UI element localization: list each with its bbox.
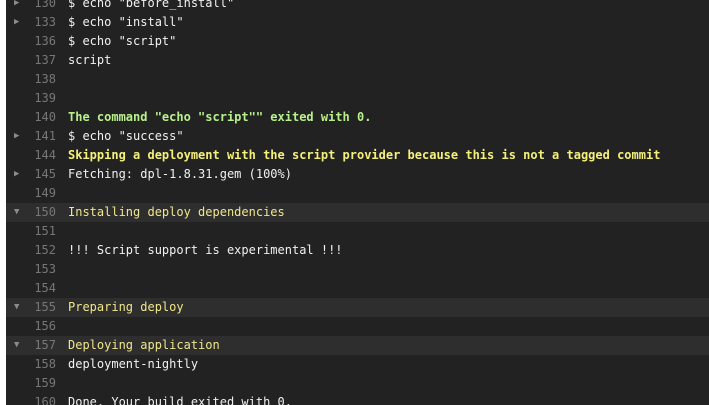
log-line: 159 (6, 374, 709, 393)
log-fold-line[interactable]: ▶ 145 Fetching: dpl-1.8.31.gem (100%) (6, 165, 709, 184)
log-line: 160 Done. Your build exited with 0. (6, 393, 709, 405)
log-text: $ echo "install" (68, 15, 184, 29)
log-text: The command "echo "script"" exited with … (68, 110, 372, 124)
log-fold-line[interactable]: ▼ 155 Preparing deploy (6, 298, 709, 317)
build-log: ▶ 130 $ echo "before_install" ▶ 133 $ echo "i… (6, 0, 709, 405)
log-text: deployment-nightly (68, 357, 199, 371)
log-line: 136 $ echo "script" (6, 32, 709, 51)
line-number[interactable]: 139 (6, 89, 56, 108)
log-text: Installing deploy dependencies (68, 205, 285, 219)
line-number[interactable]: 140 (6, 108, 56, 127)
line-number[interactable]: 155 (6, 298, 56, 317)
line-number[interactable]: 160 (6, 393, 56, 405)
log-text: $ echo "success" (68, 129, 184, 143)
log-text: $ echo "before_install" (68, 0, 235, 10)
log-text: script (68, 53, 112, 67)
line-number[interactable]: 158 (6, 355, 56, 374)
log-text: Done. Your build exited with 0. (68, 395, 292, 405)
line-number[interactable]: 154 (6, 279, 56, 298)
line-number[interactable]: 157 (6, 336, 56, 355)
log-text: Skipping a deployment with the script pr… (68, 148, 661, 162)
log-text: Deploying application (68, 338, 220, 352)
log-text: Preparing deploy (68, 300, 184, 314)
log-text: !!! Script support is experimental !!! (68, 243, 343, 257)
line-number[interactable]: 150 (6, 203, 56, 222)
log-line: 153 (6, 260, 709, 279)
line-number[interactable]: 137 (6, 51, 56, 70)
line-number[interactable]: 130 (6, 0, 56, 13)
log-fold-line[interactable]: ▶ 141 $ echo "success" (6, 127, 709, 146)
log-fold-line[interactable]: ▶ 130 $ echo "before_install" (6, 0, 709, 13)
line-number[interactable]: 159 (6, 374, 56, 393)
log-text: $ echo "script" (68, 34, 177, 48)
log-line: 156 (6, 317, 709, 336)
log-line: 140 The command "echo "script"" exited wi… (6, 108, 709, 127)
log-line: 151 (6, 222, 709, 241)
log-line: 137 script (6, 51, 709, 70)
line-number[interactable]: 156 (6, 317, 56, 336)
log-fold-line[interactable]: ▼ 150 Installing deploy dependencies (6, 203, 709, 222)
log-text: Fetching: dpl-1.8.31.gem (100%) (68, 167, 292, 181)
line-number[interactable]: 136 (6, 32, 56, 51)
line-number[interactable]: 149 (6, 184, 56, 203)
log-fold-line[interactable]: ▼ 157 Deploying application (6, 336, 709, 355)
line-number[interactable]: 133 (6, 13, 56, 32)
log-line: 139 (6, 89, 709, 108)
line-number[interactable]: 141 (6, 127, 56, 146)
line-number[interactable]: 153 (6, 260, 56, 279)
line-number[interactable]: 138 (6, 70, 56, 89)
log-line: 154 (6, 279, 709, 298)
line-number[interactable]: 144 (6, 146, 56, 165)
line-number[interactable]: 152 (6, 241, 56, 260)
log-line: 149 (6, 184, 709, 203)
log-line: 138 (6, 70, 709, 89)
log-line: 158 deployment-nightly (6, 355, 709, 374)
log-line: 152 !!! Script support is experimental !!… (6, 241, 709, 260)
line-number[interactable]: 151 (6, 222, 56, 241)
log-line: 144 Skipping a deployment with the script… (6, 146, 709, 165)
log-fold-line[interactable]: ▶ 133 $ echo "install" (6, 13, 709, 32)
line-number[interactable]: 145 (6, 165, 56, 184)
